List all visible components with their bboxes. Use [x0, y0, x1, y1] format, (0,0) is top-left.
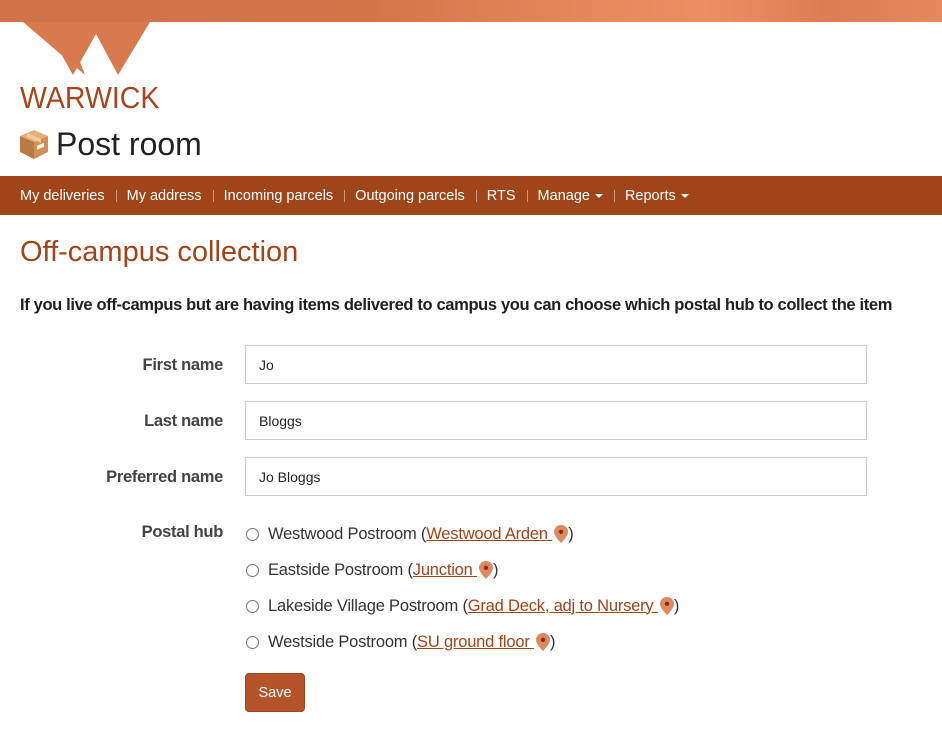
preferred-name-input[interactable] — [245, 457, 867, 496]
app-title-text: Post room — [56, 125, 202, 162]
map-pin-icon — [554, 525, 569, 543]
map-pin-icon — [479, 561, 494, 579]
last-name-input[interactable] — [245, 401, 867, 440]
hub-location-text: Westwood Arden — [426, 524, 548, 543]
first-name-label: First name — [142, 355, 224, 374]
radio-button[interactable] — [246, 635, 259, 649]
hub-name: Westwood Postroom — [268, 524, 417, 543]
first-name-row: First name — [0, 345, 942, 385]
nav-label: Incoming parcels — [223, 187, 334, 204]
nav-label: Manage — [537, 187, 590, 204]
first-name-input[interactable] — [245, 345, 867, 384]
hub-location-text: Junction — [412, 560, 473, 579]
nav-manage-dropdown[interactable]: Manage — [526, 187, 614, 204]
parcel-box-icon — [20, 130, 48, 159]
nav-rts[interactable]: RTS — [475, 187, 527, 204]
hub-location-link[interactable]: Grad Deck, adj to Nursery — [468, 597, 674, 616]
nav-incoming-parcels[interactable]: Incoming parcels — [212, 187, 345, 204]
hub-option-westwood[interactable]: Westwood Postroom (Westwood Arden ) — [245, 522, 574, 546]
save-button[interactable]: Save — [245, 673, 305, 712]
nav-my-address[interactable]: My address — [115, 187, 213, 204]
hub-location-link[interactable]: Westwood Arden — [426, 524, 569, 544]
radio-button[interactable] — [246, 527, 259, 541]
page-title: Off-campus collection — [20, 236, 299, 268]
nav-label: My address — [126, 187, 202, 204]
nav-label: My deliveries — [20, 187, 105, 204]
nav-label: Outgoing parcels — [355, 187, 465, 204]
warwick-logo-mark — [23, 22, 150, 75]
hub-option-westside[interactable]: Westside Postroom (SU ground floor ) — [245, 630, 556, 654]
nav-my-deliveries[interactable]: My deliveries — [9, 188, 116, 204]
hub-location-link[interactable]: Junction — [412, 560, 494, 580]
hub-name: Westside Postroom — [268, 632, 408, 651]
warwick-logo-text[interactable]: WARWICK — [20, 80, 159, 116]
nav-label: Reports — [624, 187, 676, 204]
nav-label: RTS — [486, 187, 516, 204]
nav-reports-dropdown[interactable]: Reports — [613, 187, 700, 204]
nav-outgoing-parcels[interactable]: Outgoing parcels — [344, 188, 476, 204]
preferred-name-row: Preferred name — [0, 457, 942, 497]
postal-hub-label: Postal hub — [141, 523, 224, 541]
intro-text: If you live off-campus but are having it… — [20, 296, 893, 314]
preferred-name-label: Preferred name — [106, 467, 223, 486]
hub-location-text: Grad Deck, adj to Nursery — [467, 596, 654, 615]
last-name-label: Last name — [144, 411, 223, 430]
hub-option-eastside[interactable]: Eastside Postroom (Junction ) — [245, 558, 499, 582]
main-navbar: My deliveries My address Incoming parcel… — [0, 176, 942, 215]
radio-button[interactable] — [246, 599, 259, 613]
last-name-row: Last name — [0, 401, 942, 441]
app-title: Post room — [19, 124, 202, 164]
hub-location-text: SU ground floor — [417, 632, 530, 651]
hub-option-lakeside[interactable]: Lakeside Village Postroom (Grad Deck, ad… — [245, 594, 679, 618]
hub-name: Lakeside Village Postroom — [268, 596, 459, 615]
caret-down-icon — [594, 193, 603, 198]
map-pin-icon — [659, 597, 674, 615]
radio-button[interactable] — [246, 563, 259, 577]
caret-down-icon — [680, 193, 689, 198]
map-pin-icon — [536, 633, 551, 651]
hub-location-link[interactable]: SU ground floor — [417, 632, 551, 652]
hub-name: Eastside Postroom — [268, 560, 404, 579]
